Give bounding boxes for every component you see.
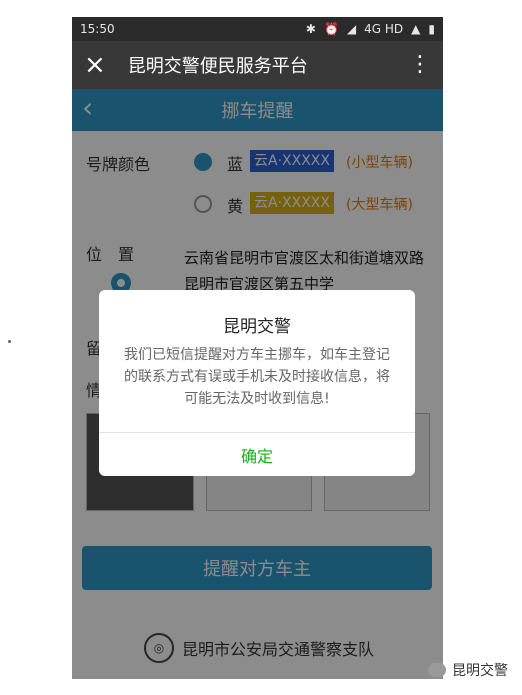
status-icons: ✱ ⏰ ◢ 4G HD ▲ ▮ xyxy=(306,22,435,36)
dialog-message: 我们已短信提醒对方车主挪车，如车主登记的联系方式有误或手机未及时接收信息，将可能… xyxy=(124,347,390,407)
dialog-title: 昆明交警 xyxy=(223,317,291,337)
stray-dot xyxy=(8,340,11,343)
network-label: 4G HD xyxy=(364,22,404,36)
wechat-toolbar: × 昆明交警便民服务平台 ⋮ xyxy=(72,41,443,89)
watermark: 昆明交警 xyxy=(428,660,508,680)
close-icon[interactable]: × xyxy=(84,52,106,78)
status-bar: 15:50 ✱ ⏰ ◢ 4G HD ▲ ▮ xyxy=(72,17,443,41)
watermark-text: 昆明交警 xyxy=(452,663,508,679)
bluetooth-icon: ✱ xyxy=(305,22,316,36)
wechat-title: 昆明交警便民服务平台 xyxy=(127,56,308,77)
confirm-button[interactable]: 确定 xyxy=(99,433,415,476)
alert-dialog: 昆明交警 我们已短信提醒对方车主挪车，如车主登记的联系方式有误或手机未及时接收信… xyxy=(99,290,415,476)
battery-icon: ▮ xyxy=(428,22,435,36)
alarm-icon: ⏰ xyxy=(323,22,339,36)
signal-strength-icon: ▲ xyxy=(411,22,421,36)
more-icon[interactable]: ⋮ xyxy=(409,54,431,76)
wechat-logo-icon xyxy=(428,663,446,677)
signal-icon: ◢ xyxy=(346,22,357,36)
phone-screen: 15:50 ✱ ⏰ ◢ 4G HD ▲ ▮ × 昆明交警便民服务平台 ⋮ ‹ 挪… xyxy=(72,17,443,679)
status-time: 15:50 xyxy=(80,22,115,36)
